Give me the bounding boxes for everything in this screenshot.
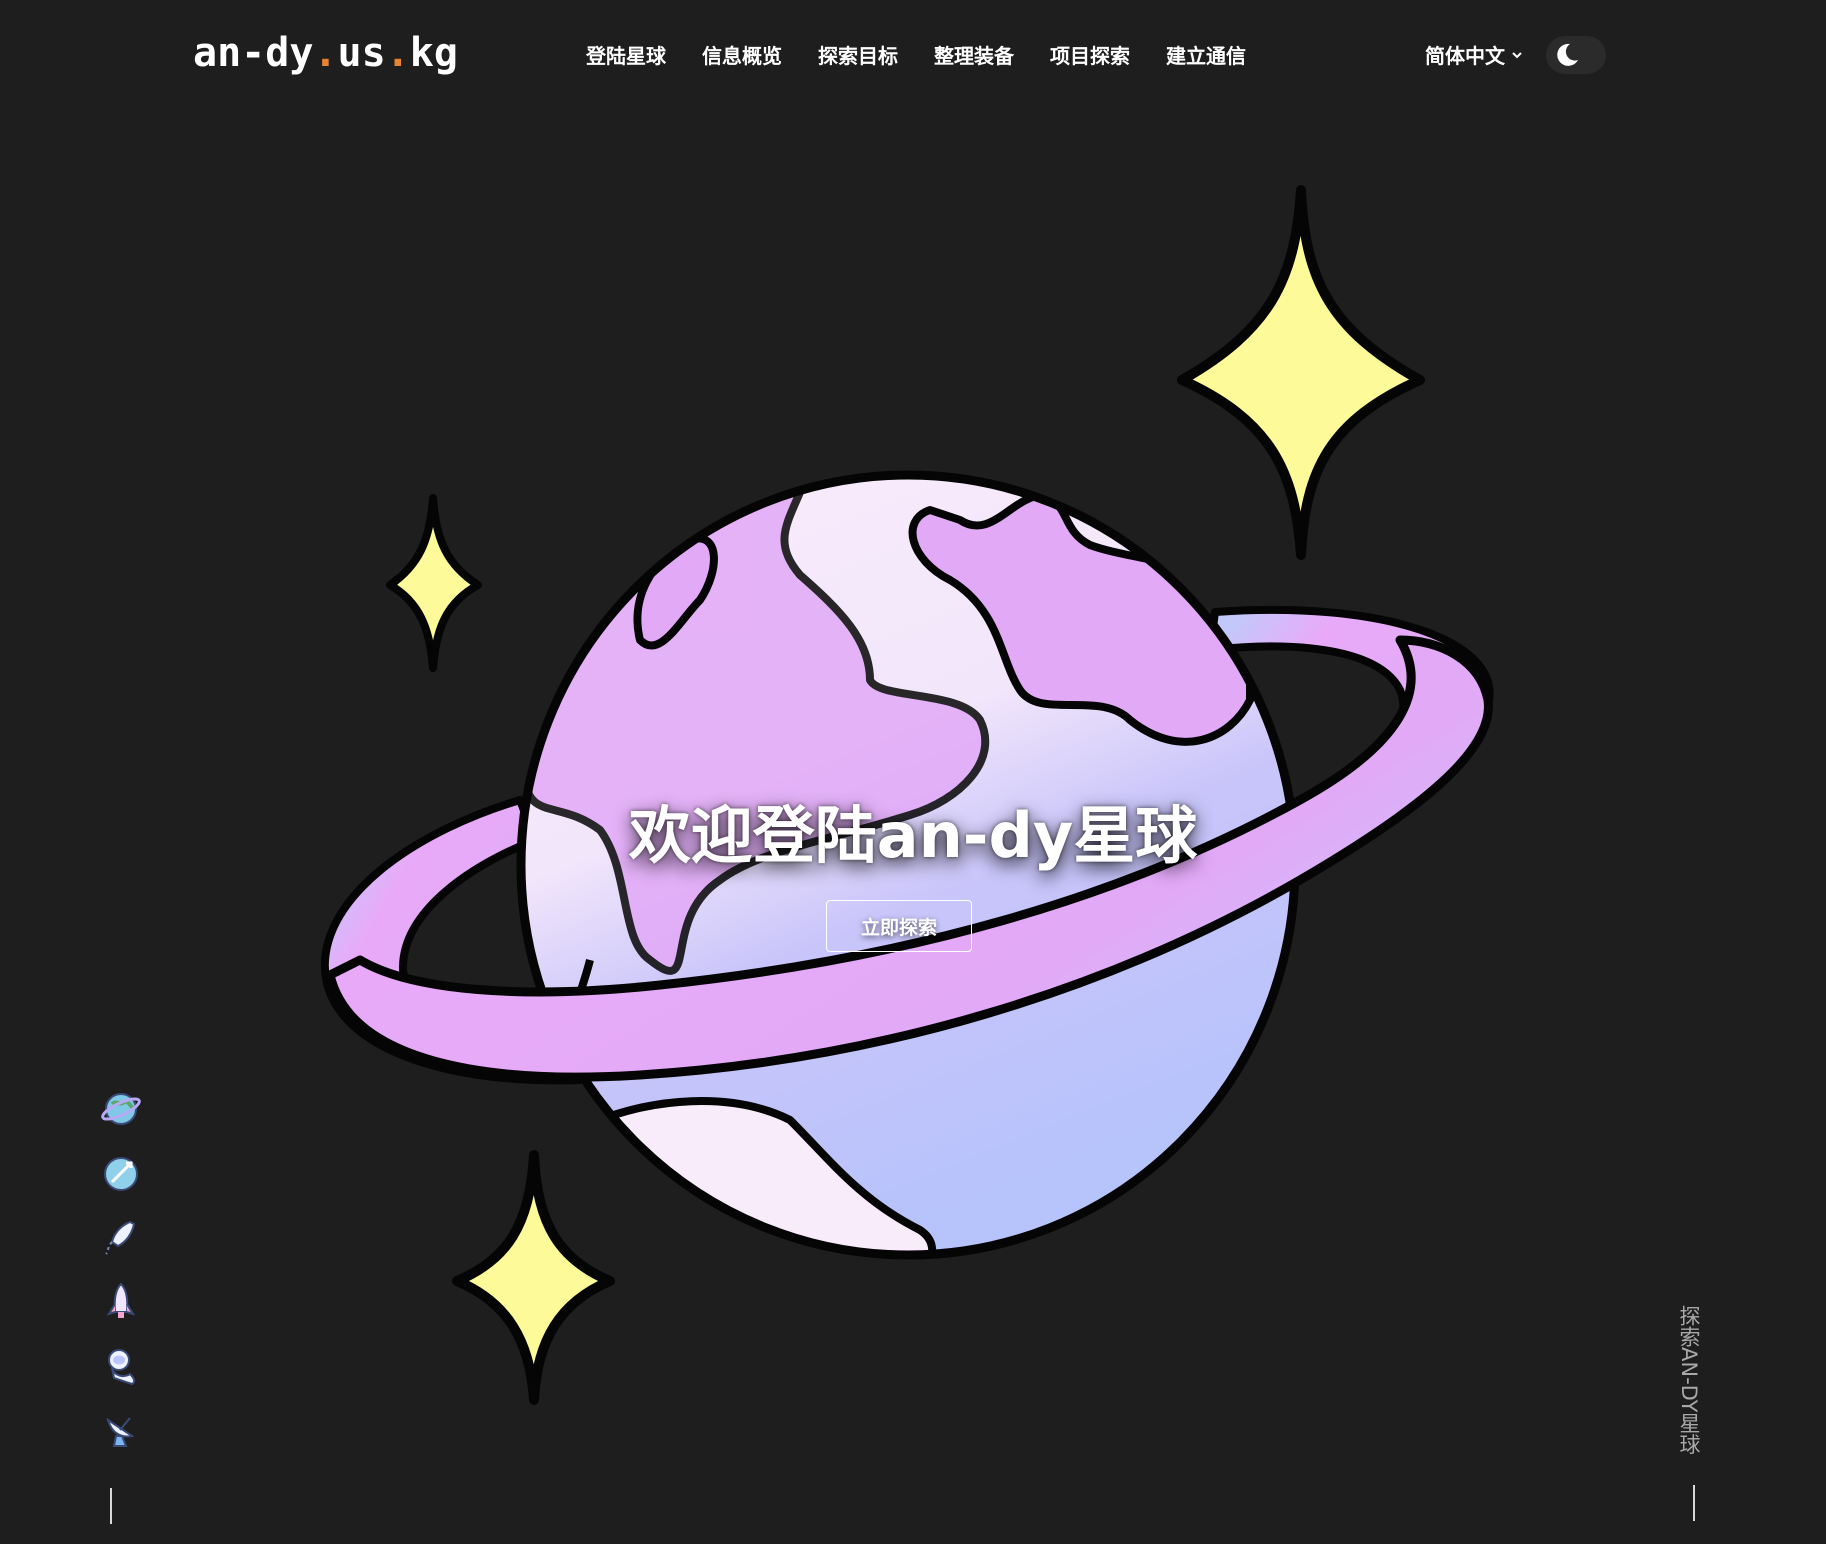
rocket-orbit-icon[interactable]	[100, 1152, 142, 1194]
hero-title: 欢迎登陆an-dy星球	[628, 799, 1198, 872]
scroll-hint: 探索AN-DY星球	[1677, 1305, 1701, 1455]
star-bottom	[452, 1150, 615, 1405]
shooting-rocket-icon[interactable]	[100, 1216, 142, 1258]
sidebar-icons	[100, 1088, 142, 1472]
hero-section: 欢迎登陆an-dy星球 立即探索	[0, 0, 1826, 1544]
rocket-icon[interactable]	[100, 1280, 142, 1322]
sidebar-divider	[110, 1488, 112, 1524]
satellite-dish-icon[interactable]	[100, 1408, 142, 1450]
star-large	[1177, 185, 1425, 560]
scroll-hint-line	[1693, 1485, 1695, 1521]
astronaut-icon[interactable]	[100, 1344, 142, 1386]
explore-now-button[interactable]: 立即探索	[826, 900, 972, 952]
planet-icon[interactable]	[100, 1088, 142, 1130]
planet-illustration	[320, 185, 1494, 1405]
star-small	[386, 494, 482, 672]
